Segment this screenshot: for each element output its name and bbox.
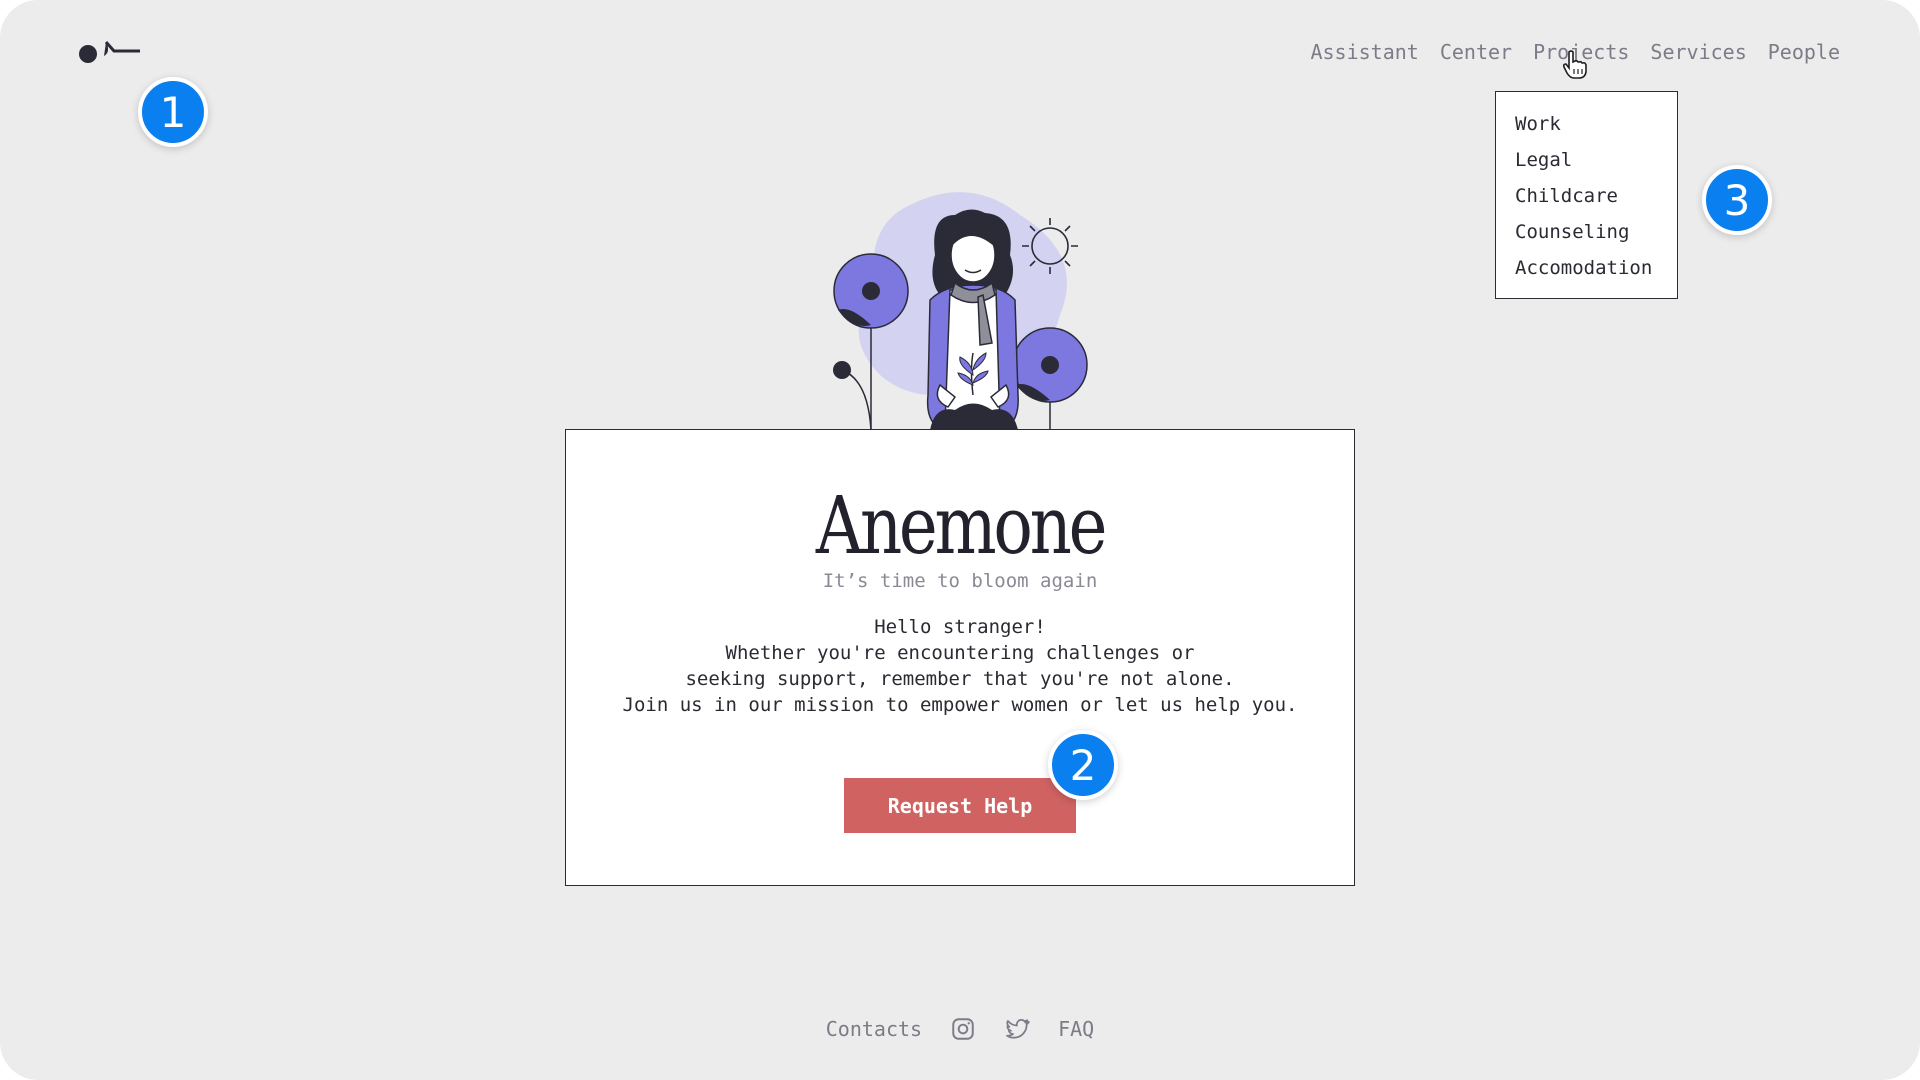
annotation-badge-2: 2: [1048, 730, 1118, 800]
hero-message-line: Join us in our mission to empower women …: [622, 694, 1298, 716]
dropdown-item-counseling[interactable]: Counseling: [1496, 214, 1677, 250]
twitter-icon[interactable]: [1004, 1016, 1030, 1042]
annotation-badge-3: 3: [1702, 165, 1772, 235]
annotation-badge-1: 1: [138, 77, 208, 147]
hero-message-line: seeking support, remember that you're no…: [685, 668, 1235, 690]
footer-faq-link[interactable]: FAQ: [1058, 1017, 1094, 1041]
app-window: Assistant Center Projects Services Peopl…: [0, 0, 1920, 1080]
request-help-button[interactable]: Request Help: [844, 778, 1076, 833]
dropdown-item-legal[interactable]: Legal: [1496, 142, 1677, 178]
hero-message-line: Whether you're encountering challenges o…: [725, 642, 1195, 664]
hero-title: Anemone: [815, 479, 1108, 572]
hand-cursor-icon: [1562, 50, 1587, 79]
dropdown-item-childcare[interactable]: Childcare: [1496, 178, 1677, 214]
hero-subtitle: It’s time to bloom again: [822, 570, 1098, 592]
nav-assistant[interactable]: Assistant: [1310, 40, 1418, 64]
nav-people[interactable]: People: [1768, 40, 1840, 64]
nav-services[interactable]: Services: [1650, 40, 1746, 64]
instagram-icon[interactable]: [950, 1016, 976, 1042]
anemone-logo-icon[interactable]: [78, 38, 140, 66]
dropdown-item-work[interactable]: Work: [1496, 106, 1677, 142]
projects-dropdown-menu: Work Legal Childcare Counseling Accomoda…: [1495, 91, 1678, 299]
footer-contacts-link[interactable]: Contacts: [826, 1017, 922, 1041]
dropdown-item-accomodation[interactable]: Accomodation: [1496, 250, 1677, 286]
nav-center[interactable]: Center: [1440, 40, 1512, 64]
gardening-woman-illustration: [833, 192, 1088, 431]
hero-message: Hello stranger! Whether you're encounter…: [565, 614, 1355, 718]
footer: Contacts FAQ: [0, 1016, 1920, 1042]
hero-message-line: Hello stranger!: [874, 616, 1046, 638]
